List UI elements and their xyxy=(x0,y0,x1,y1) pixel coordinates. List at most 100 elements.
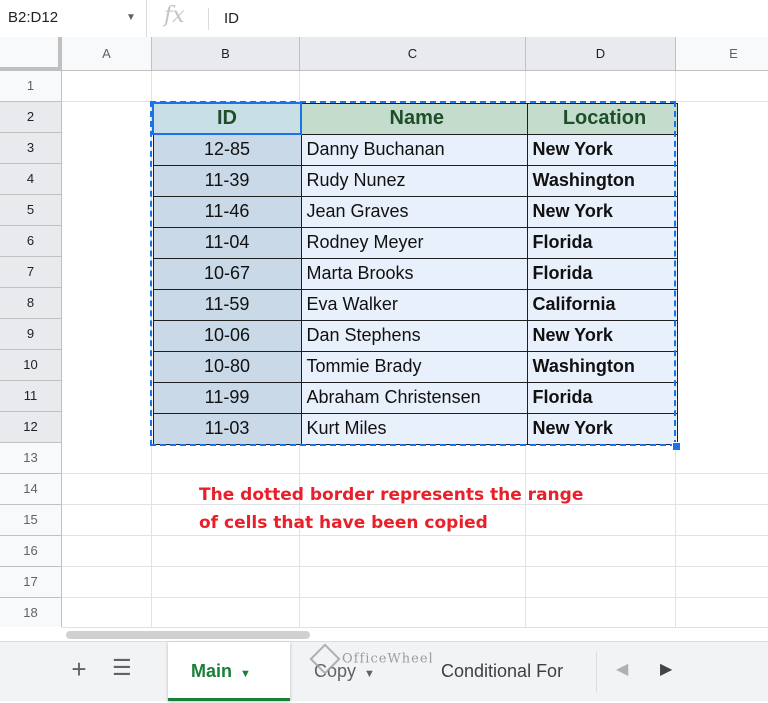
table-row: 12-85 Danny Buchanan New York xyxy=(152,133,678,166)
select-all-corner[interactable] xyxy=(0,37,62,71)
watermark: OfficeWheel xyxy=(309,643,434,675)
annotation-line-1: The dotted border represents the range xyxy=(199,485,584,505)
cell-name[interactable]: Tommie Brady xyxy=(300,350,528,383)
cell-location[interactable]: New York xyxy=(526,319,678,352)
tab-main[interactable]: Main ▼ xyxy=(168,642,290,701)
data-table: ID Name Location 12-85 Danny Buchanan New … xyxy=(152,102,678,445)
cell-name[interactable]: Jean Graves xyxy=(300,195,528,228)
scroll-tabs-left-icon[interactable]: ◀ xyxy=(616,659,628,679)
cell-name[interactable]: Dan Stephens xyxy=(300,319,528,352)
cell-name[interactable]: Eva Walker xyxy=(300,288,528,321)
row-header-9[interactable]: 9 xyxy=(0,319,62,350)
fx-icon: fx xyxy=(164,3,185,28)
cell-location[interactable]: New York xyxy=(526,412,678,445)
sheet-grid[interactable]: A B C D E 1 2 3 4 5 6 7 8 9 10 11 12 13 … xyxy=(0,37,768,627)
scroll-tabs-right-icon[interactable]: ▶ xyxy=(660,659,672,679)
cell-id[interactable]: 11-39 xyxy=(152,164,302,197)
column-header-e[interactable]: E xyxy=(676,37,768,71)
cell-name[interactable]: Danny Buchanan xyxy=(300,133,528,166)
cell-id[interactable]: 10-67 xyxy=(152,257,302,290)
row-header-10[interactable]: 10 xyxy=(0,350,62,381)
name-box-value: B2:D12 xyxy=(8,9,59,26)
row-header-5[interactable]: 5 xyxy=(0,195,62,226)
row-header-12[interactable]: 12 xyxy=(0,412,62,443)
cell-id[interactable]: 11-59 xyxy=(152,288,302,321)
gridline xyxy=(62,473,768,474)
fill-handle[interactable] xyxy=(672,442,681,451)
gridline xyxy=(62,566,768,567)
row-header-6[interactable]: 6 xyxy=(0,226,62,257)
add-sheet-icon[interactable]: + xyxy=(66,654,92,685)
cell-location[interactable]: New York xyxy=(526,133,678,166)
cell-location[interactable]: Florida xyxy=(526,381,678,414)
row-header-1[interactable]: 1 xyxy=(0,71,62,102)
row-header-11[interactable]: 11 xyxy=(0,381,62,412)
formula-bar: B2:D12 ▼ fx ID xyxy=(0,0,768,38)
cell-location[interactable]: Washington xyxy=(526,350,678,383)
row-header-3[interactable]: 3 xyxy=(0,133,62,164)
table-row: 11-03 Kurt Miles New York xyxy=(152,412,678,445)
cell-name[interactable]: Kurt Miles xyxy=(300,412,528,445)
row-header-4[interactable]: 4 xyxy=(0,164,62,195)
divider xyxy=(596,652,597,692)
table-row: 10-67 Marta Brooks Florida xyxy=(152,257,678,290)
cell-id[interactable]: 12-85 xyxy=(152,133,302,166)
cell-name[interactable]: Rudy Nunez xyxy=(300,164,528,197)
cell-b2-header[interactable]: ID xyxy=(152,102,302,135)
cell-location[interactable]: New York xyxy=(526,195,678,228)
cell-id[interactable]: 10-80 xyxy=(152,350,302,383)
cell-name[interactable]: Marta Brooks xyxy=(300,257,528,290)
row-header-14[interactable]: 14 xyxy=(0,474,62,505)
row-header-13[interactable]: 13 xyxy=(0,443,62,474)
column-header-a[interactable]: A xyxy=(62,37,152,71)
cell-name[interactable]: Rodney Meyer xyxy=(300,226,528,259)
cell-location[interactable]: Florida xyxy=(526,257,678,290)
table-row: 11-59 Eva Walker California xyxy=(152,288,678,321)
cell-d2-header[interactable]: Location xyxy=(526,102,678,135)
column-header-e-label: E xyxy=(729,46,738,61)
tab-conditional-formatting[interactable]: Conditional For xyxy=(441,642,596,701)
cell-id[interactable]: 11-03 xyxy=(152,412,302,445)
table-row: 10-80 Tommie Brady Washington xyxy=(152,350,678,383)
cell-id[interactable]: 11-04 xyxy=(152,226,302,259)
divider xyxy=(208,8,209,30)
chevron-down-icon[interactable]: ▼ xyxy=(126,12,136,23)
name-box[interactable]: B2:D12 ▼ xyxy=(0,0,147,37)
cell-id[interactable]: 11-99 xyxy=(152,381,302,414)
annotation-line-2: of cells that have been copied xyxy=(199,513,488,533)
horizontal-scrollbar[interactable] xyxy=(62,627,768,642)
row-header-8[interactable]: 8 xyxy=(0,288,62,319)
gridline xyxy=(62,597,768,598)
column-header-c[interactable]: C xyxy=(300,37,526,71)
cell-location[interactable]: Washington xyxy=(526,164,678,197)
table-row: 11-04 Rodney Meyer Florida xyxy=(152,226,678,259)
cell-c2-header[interactable]: Name xyxy=(300,102,528,135)
watermark-text: OfficeWheel xyxy=(342,651,434,667)
row-header-18[interactable]: 18 xyxy=(0,598,62,627)
cell-id[interactable]: 11-46 xyxy=(152,195,302,228)
column-header-d[interactable]: D xyxy=(526,37,676,71)
cell-location[interactable]: California xyxy=(526,288,678,321)
formula-input[interactable]: ID xyxy=(224,10,239,27)
row-header-16[interactable]: 16 xyxy=(0,536,62,567)
annotation-note: The dotted border represents the range o… xyxy=(199,481,659,537)
row-header-7[interactable]: 7 xyxy=(0,257,62,288)
chevron-down-icon[interactable]: ▼ xyxy=(240,668,251,680)
all-sheets-menu-icon[interactable]: ☰ xyxy=(112,655,132,681)
row-header-15[interactable]: 15 xyxy=(0,505,62,536)
sheet-tab-bar: + ☰ Main ▼ Copy ▼ OfficeWheel Conditional … xyxy=(0,641,768,701)
column-header-b[interactable]: B xyxy=(152,37,300,71)
scrollbar-thumb[interactable] xyxy=(66,631,310,639)
cell-location[interactable]: Florida xyxy=(526,226,678,259)
table-row: 11-39 Rudy Nunez Washington xyxy=(152,164,678,197)
cell-name[interactable]: Abraham Christensen xyxy=(300,381,528,414)
table-row: 10-06 Dan Stephens New York xyxy=(152,319,678,352)
row-header-17[interactable]: 17 xyxy=(0,567,62,598)
tab-cond-label: Conditional For xyxy=(441,661,564,681)
table-header-row: ID Name Location xyxy=(152,102,678,135)
tab-main-label: Main xyxy=(191,661,233,681)
row-header-2[interactable]: 2 xyxy=(0,102,62,133)
table-row: 11-99 Abraham Christensen Florida xyxy=(152,381,678,414)
cell-id[interactable]: 10-06 xyxy=(152,319,302,352)
table-row: 11-46 Jean Graves New York xyxy=(152,195,678,228)
